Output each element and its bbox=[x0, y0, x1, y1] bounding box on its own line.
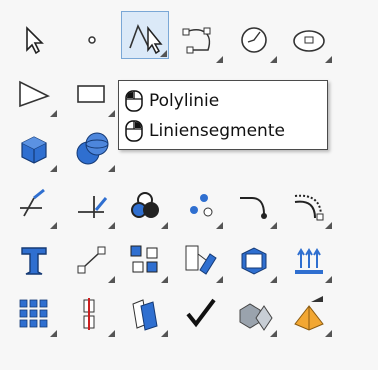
trim-tool-button[interactable] bbox=[68, 182, 116, 230]
ellipse-tool-button[interactable] bbox=[285, 16, 333, 64]
point-tool-button[interactable] bbox=[68, 16, 116, 64]
boolean-spheres-icon bbox=[76, 132, 109, 165]
tooltip-left-label: Polylinie bbox=[149, 91, 220, 111]
text-icon bbox=[21, 247, 47, 275]
duplicate-tool-button[interactable] bbox=[121, 290, 169, 338]
trim-line-icon bbox=[78, 196, 108, 218]
color-circles-icon bbox=[131, 192, 159, 218]
fillet-curve-icon bbox=[240, 197, 267, 219]
box-tool-button[interactable] bbox=[10, 125, 58, 173]
toolbar-panel: Polylinie Liniensegmente bbox=[0, 0, 378, 370]
boolean-tool-button[interactable] bbox=[68, 125, 116, 173]
tooltip-item-left-click: Polylinie bbox=[125, 87, 219, 115]
block-tool-button[interactable] bbox=[230, 236, 278, 284]
ellipse-icon bbox=[293, 30, 325, 52]
select-tool-button[interactable] bbox=[10, 16, 58, 64]
move-object-button[interactable] bbox=[176, 236, 224, 284]
tooltip-right-label: Liniensegmente bbox=[149, 121, 285, 141]
tool-tooltip: Polylinie Liniensegmente bbox=[118, 80, 328, 150]
group-icon bbox=[130, 245, 158, 273]
extend-tool-button[interactable] bbox=[10, 182, 58, 230]
circle-icon bbox=[241, 27, 267, 53]
grid-array-icon bbox=[19, 299, 48, 328]
left-mouse-button-icon bbox=[125, 90, 143, 112]
block-cube-icon bbox=[241, 247, 267, 275]
fillet-curve-button[interactable] bbox=[230, 182, 278, 230]
shade-object-icon bbox=[239, 303, 273, 331]
polyline-tool-button[interactable] bbox=[121, 11, 169, 59]
check-tool-button[interactable] bbox=[176, 290, 224, 338]
offset-curve-button[interactable] bbox=[285, 182, 333, 230]
polygon-tool-button[interactable] bbox=[10, 70, 58, 118]
dimension-icon bbox=[295, 248, 323, 274]
select-arrow-icon bbox=[26, 26, 44, 55]
render-pyramid-icon bbox=[294, 296, 324, 331]
move-object-icon bbox=[185, 245, 217, 275]
shade-tool-button[interactable] bbox=[230, 290, 278, 338]
array-tool-button[interactable] bbox=[10, 290, 58, 338]
circle-tool-button[interactable] bbox=[230, 16, 278, 64]
check-icon bbox=[186, 298, 216, 328]
scale-tool-button[interactable] bbox=[68, 236, 116, 284]
mirror-tool-button[interactable] bbox=[68, 290, 116, 338]
point-cloud-button[interactable] bbox=[176, 182, 224, 230]
point-icon bbox=[88, 36, 96, 44]
rectangle-icon bbox=[77, 85, 105, 103]
offset-curve-icon bbox=[294, 194, 324, 221]
duplicate-icon bbox=[132, 299, 158, 331]
dimension-tool-button[interactable] bbox=[285, 236, 333, 284]
curve-control-points-icon bbox=[182, 27, 211, 54]
color-circles-button[interactable] bbox=[121, 182, 169, 230]
polygon-icon bbox=[19, 80, 51, 108]
group-tool-button[interactable] bbox=[121, 236, 169, 284]
curve-tool-button[interactable] bbox=[176, 16, 224, 64]
extend-line-icon bbox=[20, 188, 45, 217]
mirror-icon bbox=[83, 298, 95, 330]
rectangle-tool-button[interactable] bbox=[68, 70, 116, 118]
scale-icon bbox=[77, 246, 106, 274]
text-tool-button[interactable] bbox=[10, 236, 58, 284]
render-tool-button[interactable] bbox=[285, 290, 333, 338]
box-icon bbox=[21, 136, 47, 164]
tooltip-item-right-click: Liniensegmente bbox=[125, 117, 285, 145]
right-mouse-button-icon bbox=[125, 120, 143, 142]
point-cloud-icon bbox=[190, 194, 213, 217]
